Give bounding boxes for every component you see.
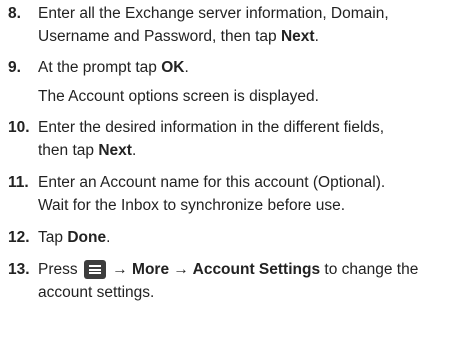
step-line: Enter the desired information in the dif… [38, 119, 385, 136]
step-number: 13. [8, 261, 30, 278]
step-text: At the prompt tap OK. The Account option… [38, 56, 460, 108]
step-number: 11. [8, 174, 29, 191]
step-10: 10. Enter the desired information in the… [8, 116, 460, 162]
step-12: 12. Tap Done. [8, 226, 460, 249]
menu-key-icon [83, 260, 106, 280]
step-text: Enter all the Exchange server informatio… [38, 2, 460, 48]
button-name: Next [280, 28, 315, 45]
step-text: Enter an Account name for this account (… [38, 171, 460, 217]
step-line: Wait for the Inbox to synchronize before… [38, 197, 346, 214]
step-line: Enter an Account name for this account (… [38, 174, 386, 191]
step-number: 9. [8, 59, 21, 76]
step-line: The Account options screen is displayed. [38, 88, 319, 105]
button-name: Next [98, 142, 132, 159]
step-line: then tap Next. [38, 142, 137, 159]
step-line: Enter all the Exchange server informatio… [38, 5, 389, 22]
step-text: Press → More → Account Settings to chang… [38, 258, 460, 304]
menu-path: → More → Account Settings [112, 261, 321, 278]
step-13: 13. Press → More → Account Settings to c… [8, 258, 460, 304]
step-line: Press → More → Account Settings to chang… [38, 260, 419, 280]
step-8: 8. Enter all the Exchange server informa… [8, 2, 460, 48]
step-text: Enter the desired information in the dif… [38, 116, 460, 162]
step-number: 12. [8, 229, 30, 246]
button-name: OK [161, 59, 185, 76]
step-line: At the prompt tap OK. [38, 59, 189, 76]
step-line: Tap Done. [38, 229, 111, 246]
step-9: 9. At the prompt tap OK. The Account opt… [8, 56, 460, 108]
button-name: Done [67, 229, 107, 246]
step-text: Tap Done. [38, 226, 460, 249]
step-11: 11. Enter an Account name for this accou… [8, 171, 460, 217]
step-line: account settings. [38, 284, 155, 301]
step-number: 8. [8, 5, 21, 22]
step-number: 10. [8, 119, 30, 136]
step-line: Username and Password, then tap Next. [38, 28, 319, 45]
